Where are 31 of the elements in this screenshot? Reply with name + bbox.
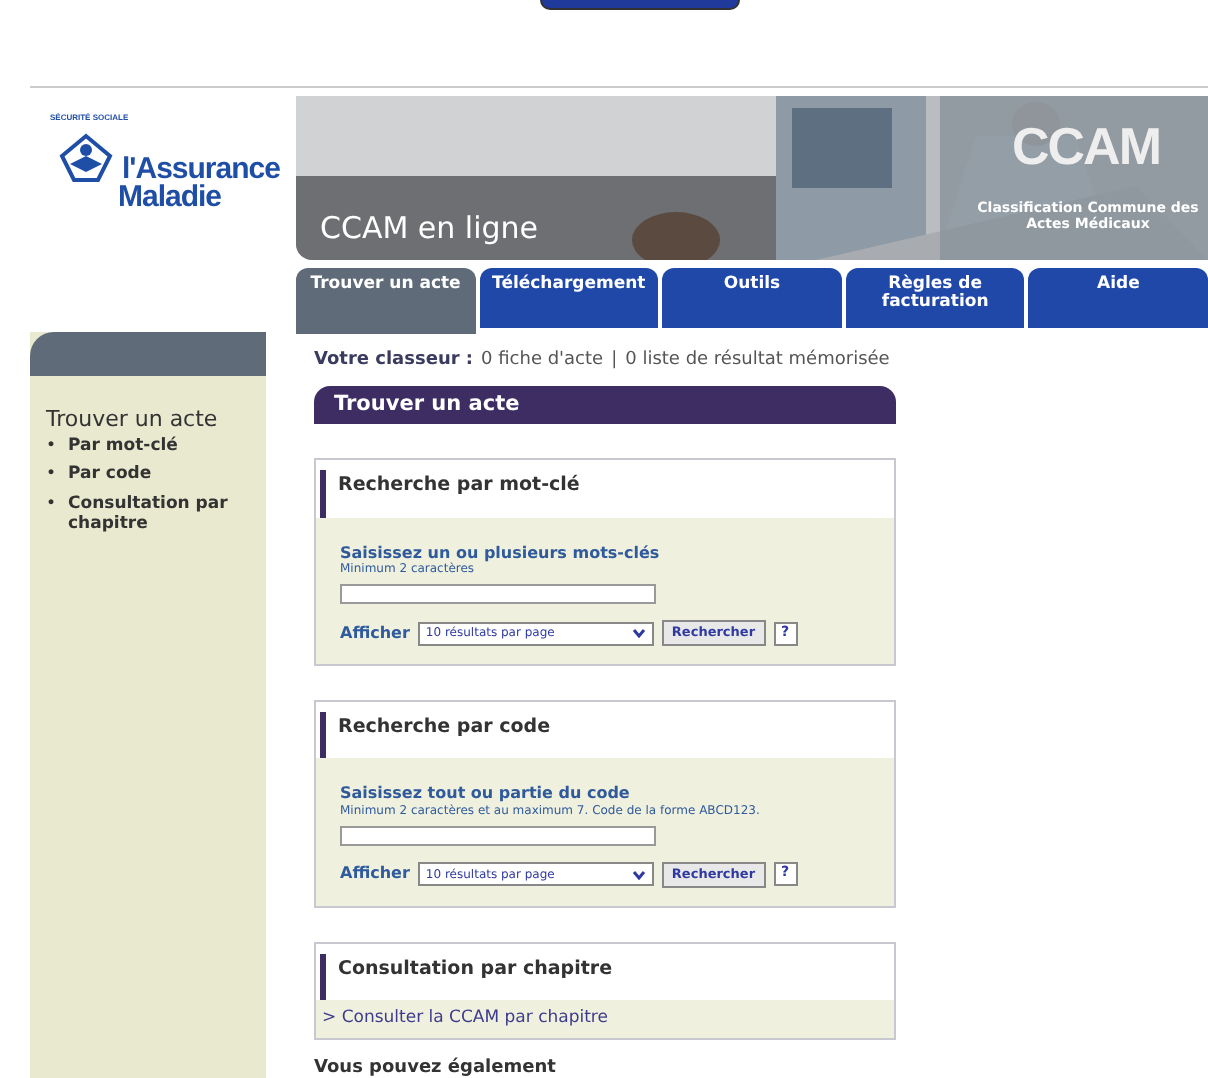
nav-tab[interactable]: Téléchargement: [479, 268, 659, 328]
section-header: Trouver un acte: [314, 385, 896, 425]
input-field[interactable]: [340, 584, 656, 605]
chapter-link[interactable]: > Consulter la CCAM par chapitre: [316, 999, 894, 1038]
sidebar-link[interactable]: Par mot-clé: [68, 437, 229, 457]
logo-figures-icon: [58, 128, 114, 184]
field-label: Saisissez tout ou partie du code: [340, 786, 632, 804]
bullet: •: [46, 437, 57, 457]
bullet: •: [46, 496, 57, 516]
classeur-count: 0 fiche d'acte: [481, 348, 604, 374]
banner-title: CCAM en ligne: [320, 208, 539, 250]
field-label: Afficher: [340, 621, 410, 646]
chevron-icon: [631, 869, 646, 880]
top-button[interactable]: [540, 0, 740, 10]
field-label: Afficher: [340, 862, 410, 887]
field-label: Saisissez un ou plusieurs mots-clés: [340, 545, 662, 562]
sidebar-link[interactable]: Par code: [68, 466, 229, 487]
chevron-icon: [631, 628, 646, 639]
body-text: Vous pouvez également: [314, 1055, 558, 1078]
nav-tab[interactable]: Règles de facturation: [845, 268, 1025, 328]
sidebar-title: Trouver un acte: [44, 404, 220, 436]
input-field[interactable]: [340, 826, 656, 847]
nav-tab[interactable]: Trouver un acte: [296, 268, 476, 334]
nav-tab[interactable]: Aide: [1028, 268, 1208, 328]
classeur-count: 0 liste de résultat mémorisée: [625, 348, 890, 374]
classeur-label: Votre classeur :: [314, 348, 474, 374]
sidebar-link[interactable]: Consultation par chapitre: [68, 496, 229, 536]
nav-tab[interactable]: Outils: [662, 268, 842, 328]
separator: |: [611, 348, 618, 374]
bullet: •: [46, 466, 57, 487]
banner-acronym: CCAM: [1012, 120, 1160, 172]
